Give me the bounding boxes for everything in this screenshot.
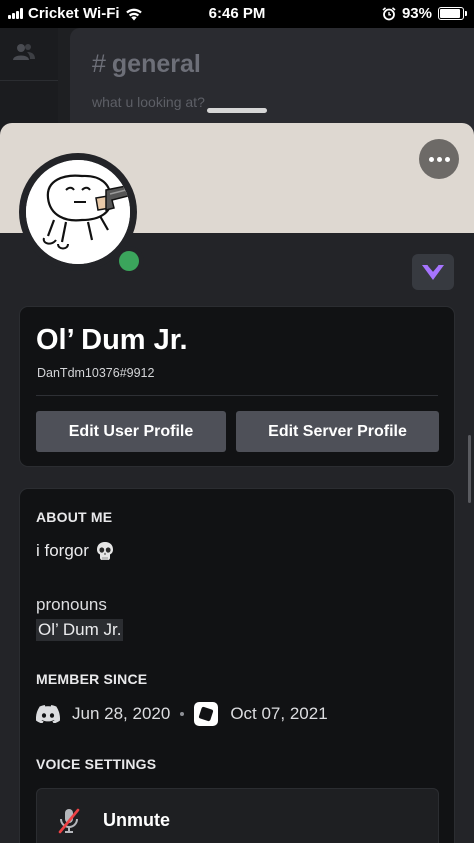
member-since-heading: MEMBER SINCE [36, 671, 148, 687]
pronouns-label: pronouns [36, 595, 107, 614]
background-app: # general what u looking at? [0, 28, 474, 138]
avatar-drawing [26, 160, 130, 264]
profile-name-card: Ol’ Dum Jr. DanTdm10376#9912 Edit User P… [19, 306, 455, 467]
channel-name: general [111, 50, 201, 78]
skull-icon [96, 542, 113, 560]
edit-user-profile-button[interactable]: Edit User Profile [36, 411, 226, 452]
status-bar: Cricket Wi-Fi 6:46 PM 93% [0, 0, 474, 28]
muted-microphone-icon [58, 808, 80, 834]
discord-logo-icon [36, 705, 60, 723]
member-since-row: Jun 28, 2020 Oct 07, 2021 [36, 702, 328, 726]
unmute-label: Unmute [103, 810, 170, 830]
profile-details-card: ABOUT ME i forgor pronouns Ol’ Dum Jr. M… [19, 488, 455, 843]
more-dots-icon [428, 156, 434, 162]
server-rail [0, 28, 58, 138]
about-me-text: i forgor [36, 541, 89, 560]
more-options-button[interactable] [419, 139, 459, 179]
pronouns-value: Ol’ Dum Jr. [36, 619, 124, 641]
status-right: 93% [382, 5, 467, 22]
channel-topic: what u looking at? [92, 94, 205, 110]
sheet-drag-handle[interactable] [207, 108, 267, 113]
divider [36, 395, 438, 396]
username[interactable]: DanTdm10376#9912 [37, 366, 154, 380]
avatar-container[interactable] [19, 153, 144, 276]
voice-settings-heading: VOICE SETTINGS [36, 756, 157, 772]
members-icon[interactable] [12, 40, 36, 64]
alarm-icon [382, 6, 396, 20]
server-icon [194, 702, 219, 726]
unmute-button[interactable]: Unmute [36, 788, 439, 843]
dot-separator [180, 712, 185, 716]
battery-percent: 93% [401, 5, 432, 22]
about-me-text-row: i forgor [36, 541, 115, 561]
channel-name-row: # general [92, 50, 201, 79]
edit-server-profile-button[interactable]: Edit Server Profile [236, 411, 439, 452]
nitro-badge-icon[interactable] [412, 254, 454, 290]
server-join-date: Oct 07, 2021 [230, 704, 328, 723]
scrollbar[interactable] [468, 435, 471, 503]
battery-icon [438, 7, 467, 20]
avatar [26, 160, 130, 264]
channel-header: # general what u looking at? [70, 28, 474, 138]
hash-icon: # [92, 50, 106, 78]
online-status-icon [114, 246, 144, 276]
about-me-heading: ABOUT ME [36, 509, 113, 525]
discord-join-date: Jun 28, 2020 [72, 704, 171, 723]
profile-sheet: Ol’ Dum Jr. DanTdm10376#9912 Edit User P… [0, 123, 474, 843]
display-name: Ol’ Dum Jr. [36, 324, 188, 356]
rail-divider [0, 80, 58, 81]
